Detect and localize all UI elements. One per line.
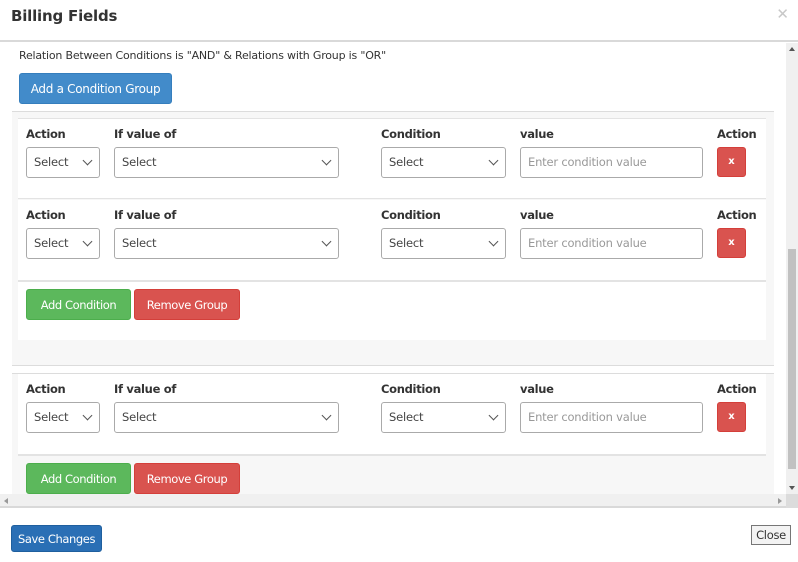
chevron-down-icon <box>321 410 332 421</box>
add-condition-button[interactable]: Add Condition <box>26 289 131 320</box>
condition-row: Action If value of Condition value Actio… <box>18 118 766 199</box>
if-value-of-label: If value of <box>114 127 177 141</box>
vertical-scrollbar[interactable] <box>786 43 798 494</box>
field-select-value: Select <box>122 236 157 250</box>
action-select[interactable]: Select <box>26 402 100 433</box>
chevron-down-icon <box>321 236 332 247</box>
condition-row: Action If value of Condition value Actio… <box>18 374 766 455</box>
chevron-down-icon <box>488 236 499 247</box>
relation-description: Relation Between Conditions is "AND" & R… <box>19 49 386 62</box>
group-actions: Add Condition Remove Group <box>18 455 766 494</box>
modal-body: Relation Between Conditions is "AND" & R… <box>0 43 798 508</box>
action-select-value: Select <box>34 236 69 250</box>
condition-select-value: Select <box>389 410 424 424</box>
value-label: value <box>520 208 554 222</box>
if-value-of-label: If value of <box>114 208 177 222</box>
field-select-value: Select <box>122 410 157 424</box>
add-condition-button[interactable]: Add Condition <box>26 463 131 494</box>
condition-label: Condition <box>381 208 441 222</box>
chevron-down-icon <box>82 155 93 166</box>
field-select[interactable]: Select <box>114 147 339 178</box>
condition-label: Condition <box>381 382 441 396</box>
add-condition-group-button[interactable]: Add a Condition Group <box>19 73 172 104</box>
scroll-content: Relation Between Conditions is "AND" & R… <box>0 43 786 494</box>
modal-header: Billing Fields ✕ <box>0 0 798 42</box>
close-button[interactable]: Close <box>751 525 791 545</box>
condition-group: Action If value of Condition value Actio… <box>12 111 774 366</box>
condition-select[interactable]: Select <box>381 228 506 259</box>
modal-title: Billing Fields <box>11 7 118 25</box>
close-icon[interactable]: ✕ <box>776 5 789 23</box>
horizontal-scrollbar[interactable] <box>0 494 786 508</box>
save-changes-button[interactable]: Save Changes <box>11 525 102 552</box>
condition-select-value: Select <box>389 236 424 250</box>
condition-value-input[interactable]: Enter condition value <box>520 402 703 433</box>
chevron-down-icon <box>488 410 499 421</box>
condition-select[interactable]: Select <box>381 147 506 178</box>
remove-group-button[interactable]: Remove Group <box>134 463 240 494</box>
remove-group-button[interactable]: Remove Group <box>134 289 240 320</box>
scroll-down-arrow-icon[interactable] <box>789 486 795 490</box>
action-column-label: Action <box>717 208 757 222</box>
condition-value-input[interactable]: Enter condition value <box>520 228 703 259</box>
action-label: Action <box>26 208 66 222</box>
field-select[interactable]: Select <box>114 402 339 433</box>
chevron-down-icon <box>82 236 93 247</box>
value-label: value <box>520 127 554 141</box>
scrollbar-corner <box>786 494 798 508</box>
action-label: Action <box>26 382 66 396</box>
action-select-value: Select <box>34 410 69 424</box>
action-select[interactable]: Select <box>26 147 100 178</box>
condition-select-value: Select <box>389 155 424 169</box>
vertical-scroll-thumb[interactable] <box>788 249 796 469</box>
delete-condition-button[interactable]: x <box>717 402 746 432</box>
action-select[interactable]: Select <box>26 228 100 259</box>
condition-row: Action If value of Condition value Actio… <box>18 200 766 281</box>
action-column-label: Action <box>717 382 757 396</box>
chevron-down-icon <box>488 155 499 166</box>
chevron-down-icon <box>82 410 93 421</box>
action-column-label: Action <box>717 127 757 141</box>
condition-group: Action If value of Condition value Actio… <box>12 373 774 494</box>
chevron-down-icon <box>321 155 332 166</box>
delete-condition-button[interactable]: x <box>717 228 746 258</box>
value-label: value <box>520 382 554 396</box>
condition-label: Condition <box>381 127 441 141</box>
delete-condition-button[interactable]: x <box>717 147 746 177</box>
group-actions: Add Condition Remove Group <box>18 281 766 340</box>
action-label: Action <box>26 127 66 141</box>
scroll-left-arrow-icon[interactable] <box>4 498 8 504</box>
condition-value-input[interactable]: Enter condition value <box>520 147 703 178</box>
scroll-right-arrow-icon[interactable] <box>778 498 782 504</box>
scroll-up-arrow-icon[interactable] <box>789 47 795 51</box>
if-value-of-label: If value of <box>114 382 177 396</box>
condition-select[interactable]: Select <box>381 402 506 433</box>
field-select-value: Select <box>122 155 157 169</box>
field-select[interactable]: Select <box>114 228 339 259</box>
action-select-value: Select <box>34 155 69 169</box>
